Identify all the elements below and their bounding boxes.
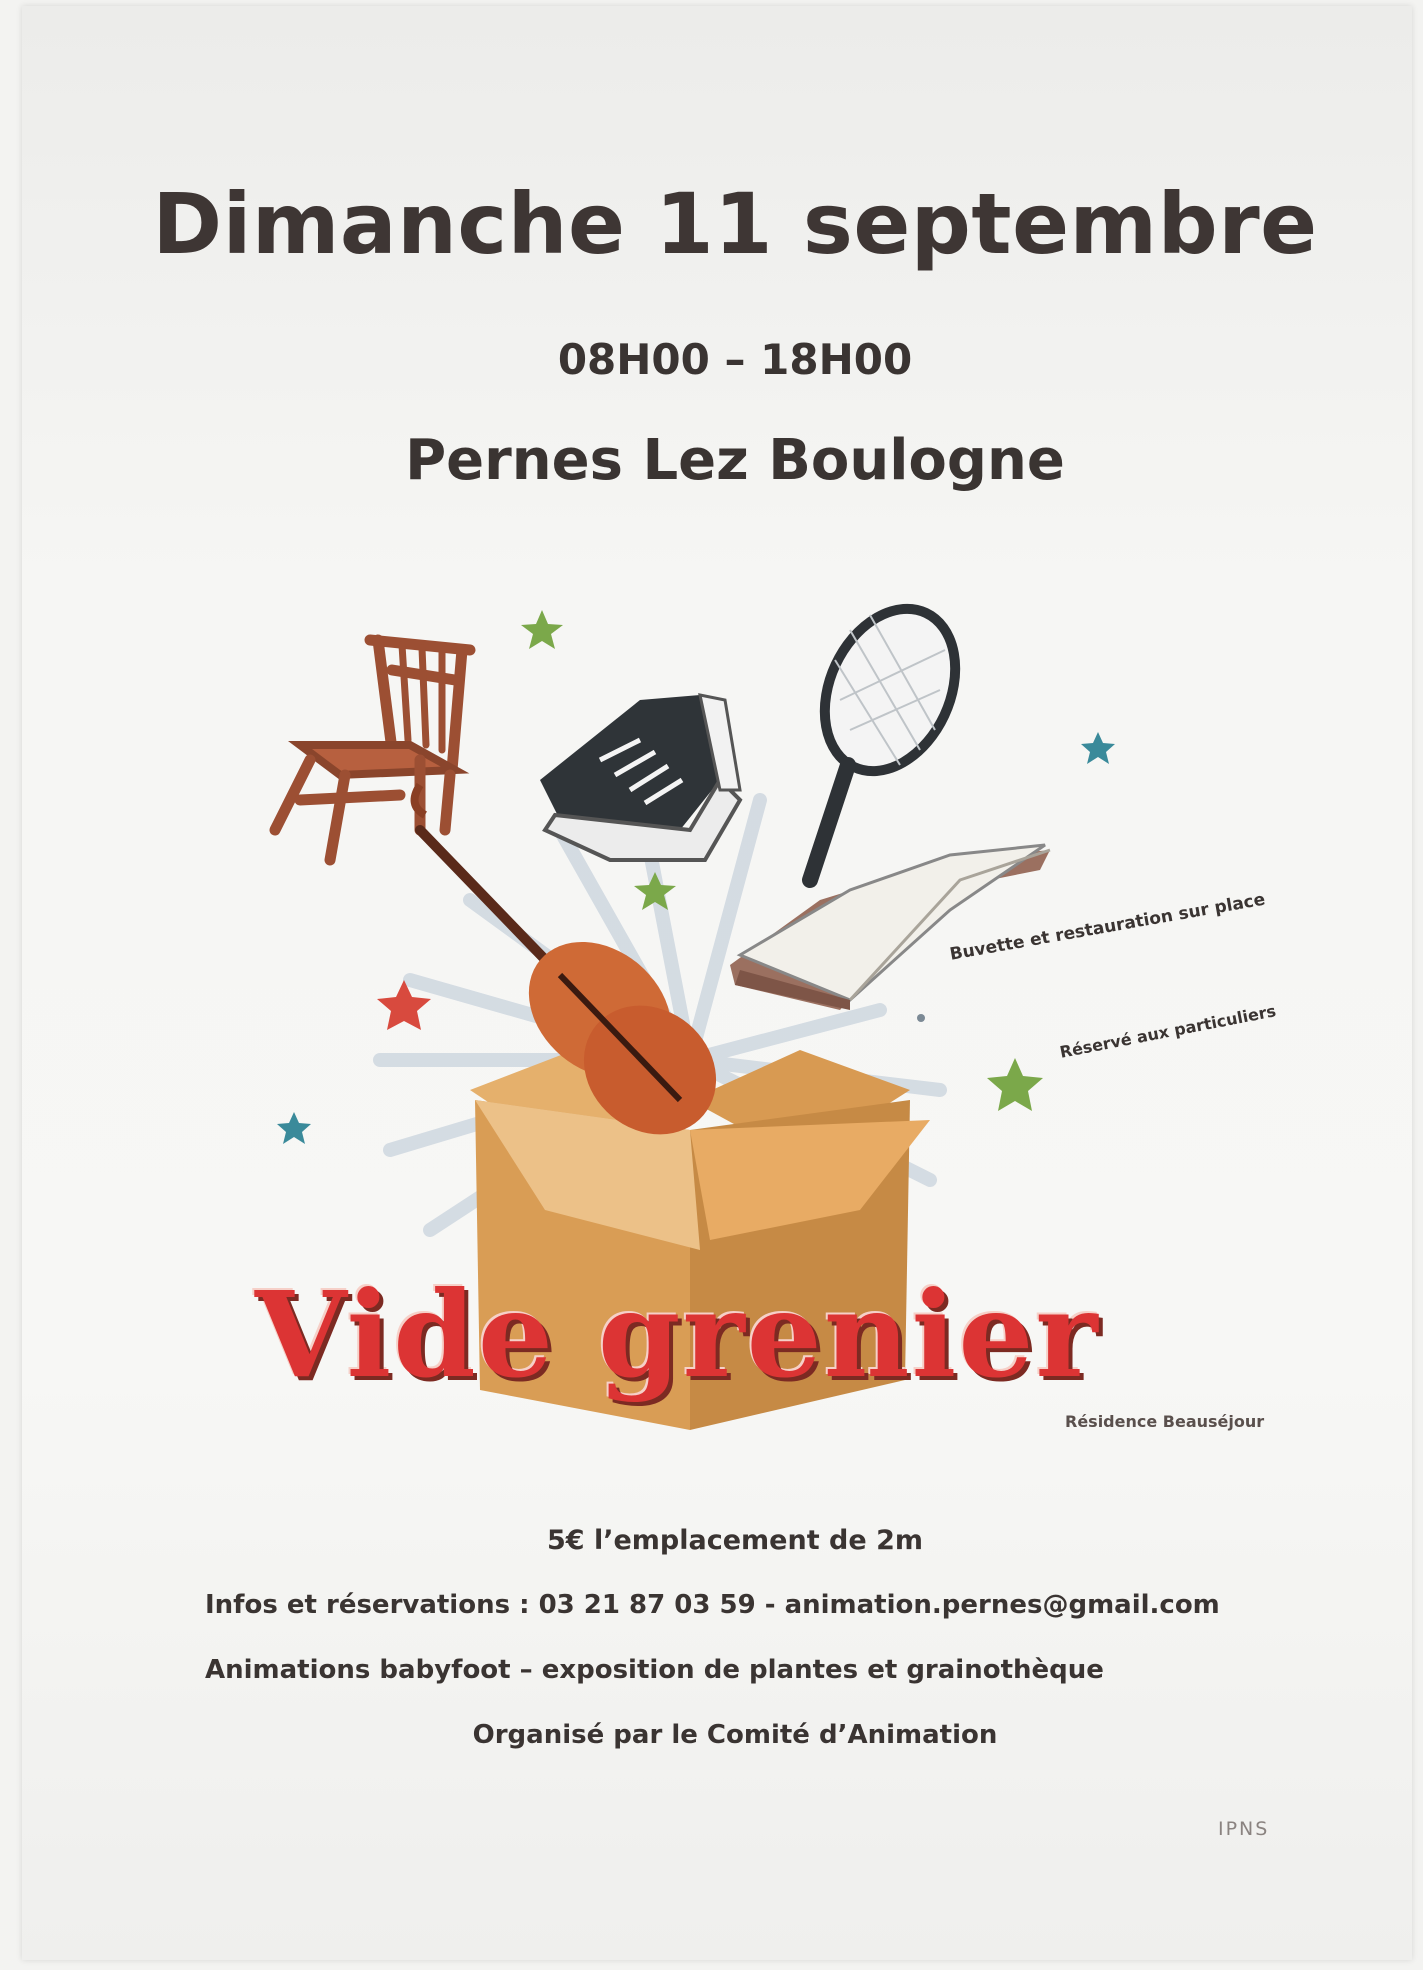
- event-date: Dimanche 11 septembre: [152, 175, 1318, 273]
- chair-icon: [269, 634, 476, 866]
- note-bullet: [917, 1014, 925, 1022]
- contact-line: Infos et réservations : 03 21 87 03 59 -…: [205, 1590, 1220, 1620]
- event-title: Vide grenier: [255, 1265, 1100, 1404]
- organizer-line: Organisé par le Comité d’Animation: [472, 1720, 998, 1750]
- sneaker-icon: [540, 693, 743, 862]
- price-line: 5€ l’emplacement de 2m: [547, 1525, 923, 1556]
- event-hours: 08H00 – 18H00: [557, 335, 913, 384]
- tennis-racket-icon: [802, 603, 961, 888]
- book-icon: [730, 843, 1051, 1010]
- ipns-mark: IPNS: [1218, 1818, 1270, 1840]
- event-place: Pernes Lez Boulogne: [405, 428, 1065, 493]
- residence-label: Résidence Beauséjour: [1065, 1412, 1265, 1431]
- animations-line: Animations babyfoot – exposition de plan…: [205, 1655, 1104, 1685]
